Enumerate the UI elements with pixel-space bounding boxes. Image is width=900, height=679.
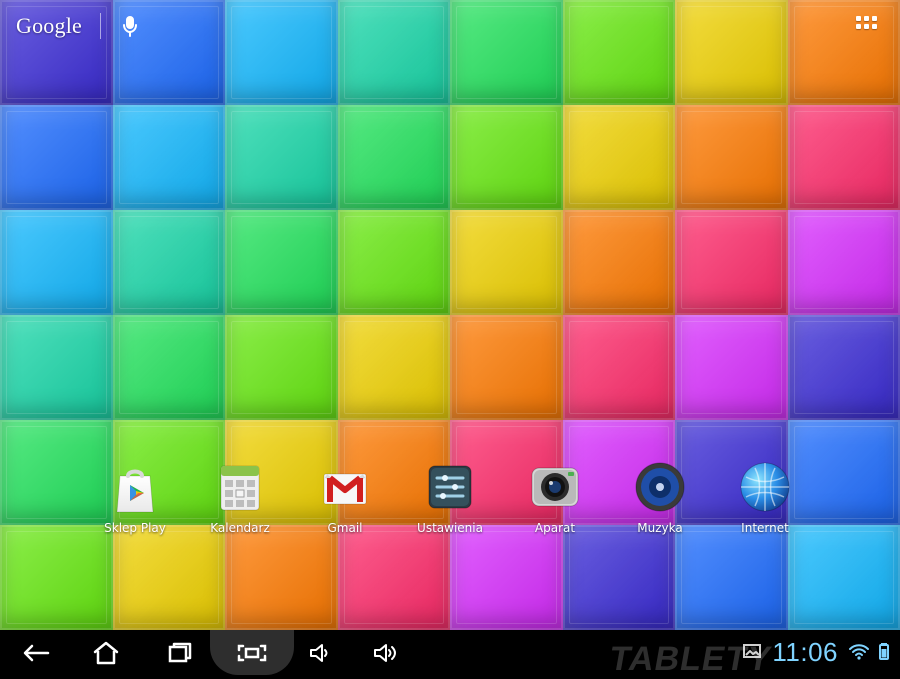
search-divider xyxy=(100,13,101,39)
app-play-store[interactable]: Sklep Play xyxy=(80,455,190,545)
wallpaper-cube xyxy=(675,315,788,420)
app-calendar[interactable]: Kalendarz xyxy=(185,455,295,545)
google-logo[interactable]: Google xyxy=(16,13,82,39)
screenshot-button[interactable] xyxy=(210,630,294,675)
wallpaper-cube xyxy=(788,105,900,210)
volume-down-icon xyxy=(305,640,335,666)
clock: 11:06 xyxy=(772,637,838,668)
back-arrow-icon xyxy=(21,642,51,664)
google-search-bar[interactable]: Google xyxy=(16,12,141,40)
app-settings[interactable]: Ustawienia xyxy=(395,455,505,545)
wallpaper-cube xyxy=(338,315,451,420)
wallpaper-cube xyxy=(0,315,113,420)
app-gmail[interactable]: Gmail xyxy=(290,455,400,545)
wallpaper-cube xyxy=(563,105,676,210)
wallpaper-cube xyxy=(225,210,338,315)
wallpaper-cube xyxy=(338,105,451,210)
wallpaper-cube xyxy=(338,0,451,105)
wallpaper-cube xyxy=(113,315,226,420)
all-apps-grid-icon[interactable] xyxy=(856,16,882,34)
screenshot-icon xyxy=(235,640,269,666)
music-icon xyxy=(628,455,692,519)
wallpaper-cube xyxy=(0,210,113,315)
wallpaper-cube xyxy=(113,105,226,210)
wallpaper-cube xyxy=(788,0,900,105)
wallpaper-cube xyxy=(113,210,226,315)
app-label: Aparat xyxy=(535,521,575,535)
recent-apps-icon xyxy=(163,640,193,666)
home-screen: Google xyxy=(0,0,900,630)
camera-icon xyxy=(523,455,587,519)
microphone-icon[interactable] xyxy=(119,15,141,37)
app-label: Muzyka xyxy=(637,521,682,535)
wifi-icon xyxy=(848,642,870,664)
wallpaper-cube xyxy=(450,315,563,420)
wallpaper-cube xyxy=(563,0,676,105)
gmail-icon xyxy=(313,455,377,519)
wallpaper-cube xyxy=(225,315,338,420)
app-label: Ustawienia xyxy=(417,521,483,535)
volume-up-icon xyxy=(369,640,403,666)
app-internet[interactable]: Internet xyxy=(710,455,820,545)
wallpaper-cube xyxy=(225,105,338,210)
home-icon xyxy=(91,640,121,666)
back-button[interactable] xyxy=(6,630,66,675)
app-label: Kalendarz xyxy=(210,521,270,535)
connectivity-icons xyxy=(848,642,890,664)
wallpaper-cube xyxy=(675,0,788,105)
wallpaper-cube xyxy=(450,105,563,210)
wallpaper-cube xyxy=(450,210,563,315)
volume-down-button[interactable] xyxy=(290,630,350,675)
watermark-text: TABLETY xyxy=(607,640,775,679)
settings-icon xyxy=(418,455,482,519)
wallpaper-cube xyxy=(675,210,788,315)
wallpaper-cube xyxy=(788,210,900,315)
app-label: Gmail xyxy=(327,521,362,535)
wallpaper-cube xyxy=(225,0,338,105)
calendar-icon xyxy=(208,455,272,519)
app-label: Internet xyxy=(741,521,789,535)
app-music[interactable]: Muzyka xyxy=(605,455,715,545)
wallpaper-cube xyxy=(563,315,676,420)
wallpaper-cube xyxy=(788,315,900,420)
home-app-row: Sklep Play Kalendarz xyxy=(80,455,840,545)
home-button[interactable] xyxy=(76,630,136,675)
app-label: Sklep Play xyxy=(104,521,166,535)
wallpaper-cube xyxy=(563,210,676,315)
recent-apps-button[interactable] xyxy=(148,630,208,675)
play-store-icon xyxy=(103,455,167,519)
wallpaper-cube xyxy=(675,105,788,210)
app-camera[interactable]: Aparat xyxy=(500,455,610,545)
battery-icon xyxy=(878,642,890,664)
wallpaper-cube xyxy=(338,210,451,315)
wallpaper-cube xyxy=(0,105,113,210)
browser-icon xyxy=(733,455,797,519)
wallpaper-cube xyxy=(450,0,563,105)
volume-up-button[interactable] xyxy=(356,630,416,675)
